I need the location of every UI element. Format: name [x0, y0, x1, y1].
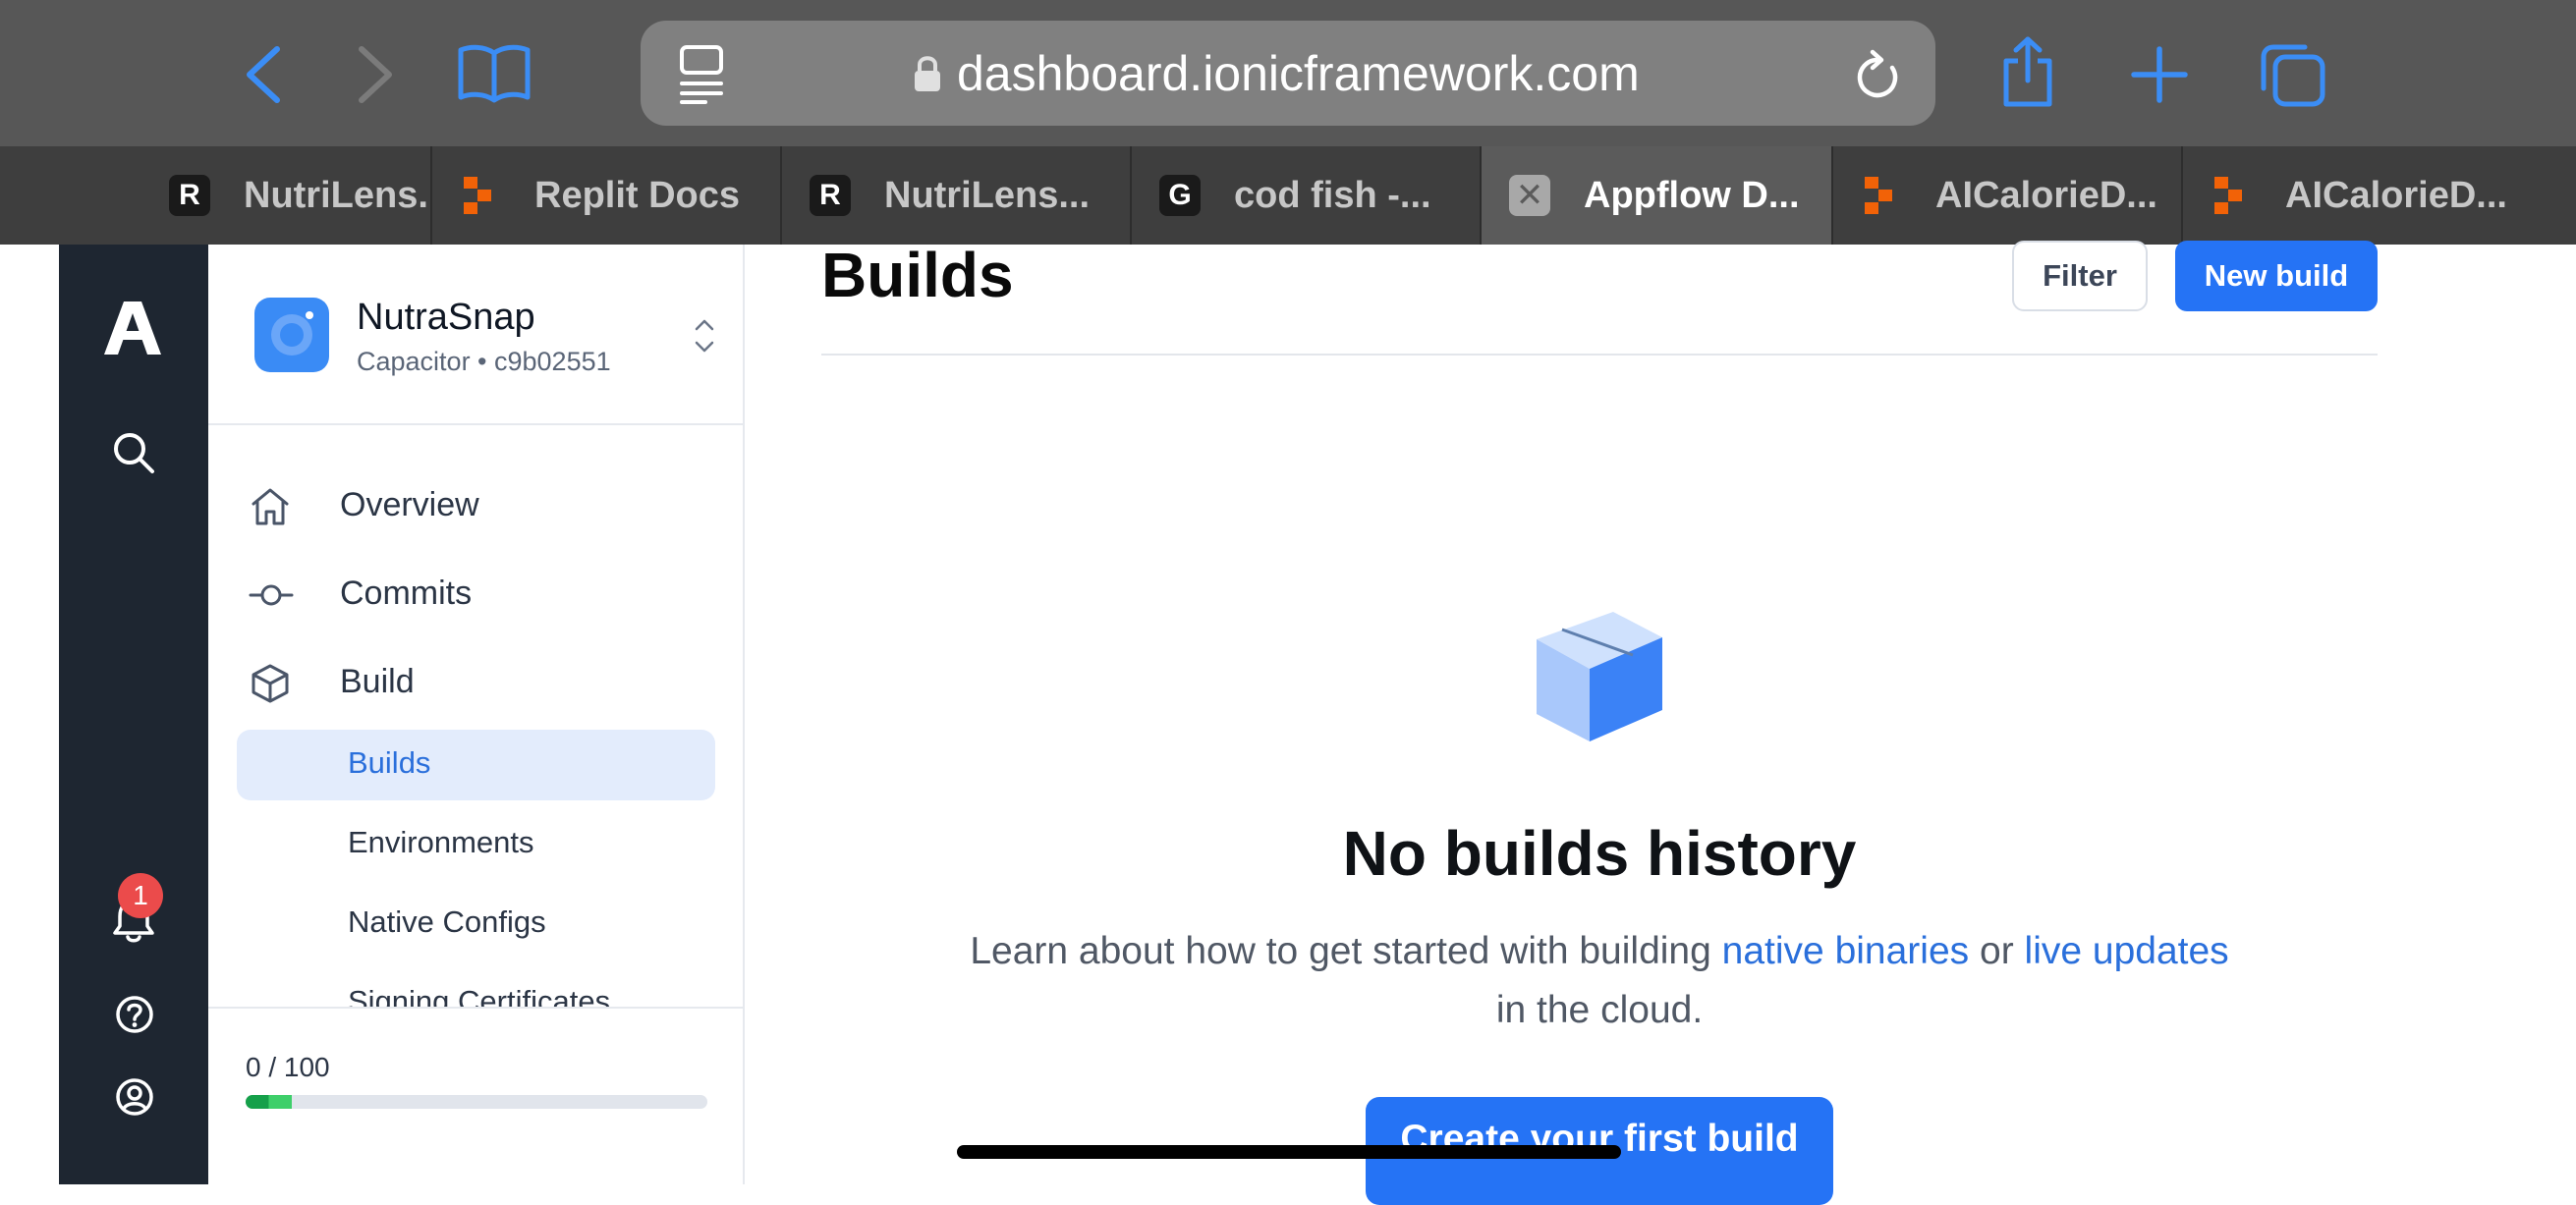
new-build-button[interactable]: New build [2175, 241, 2378, 311]
commit-icon [249, 584, 294, 606]
lock-icon [915, 56, 940, 91]
browser-tab[interactable]: Replit Docs [432, 146, 782, 245]
notification-badge: 1 [118, 873, 163, 918]
reload-icon[interactable] [1855, 49, 1902, 101]
usage-progress-fill [246, 1095, 292, 1109]
icon-rail: 1 [59, 245, 208, 1184]
share-icon[interactable] [2000, 35, 2055, 108]
replit-r-icon: R [810, 175, 851, 216]
filter-button[interactable]: Filter [2012, 241, 2148, 311]
back-icon[interactable] [244, 46, 283, 103]
account-icon[interactable] [115, 1077, 154, 1117]
page-title: Builds [821, 240, 1014, 310]
live-updates-link[interactable]: live updates [2025, 930, 2229, 972]
home-indicator [957, 1145, 1621, 1159]
help-icon[interactable] [115, 995, 154, 1034]
browser-tab[interactable]: R NutriLens.. [0, 146, 432, 245]
usage-count: 0 / 100 [246, 1052, 330, 1082]
replit-r-icon: R [169, 175, 210, 216]
replit-logo-icon [460, 175, 501, 216]
forward-icon[interactable] [356, 46, 395, 103]
project-app-icon [254, 298, 329, 372]
main-content: Builds Filter New build No builds histor… [745, 240, 2576, 1205]
box-icon [1537, 612, 1662, 741]
cube-icon [252, 664, 289, 703]
tabs-overview-icon[interactable] [2260, 43, 2326, 108]
browser-tab[interactable]: G cod fish -... [1132, 146, 1482, 245]
address-bar[interactable]: dashboard.ionicframework.com [641, 21, 1935, 126]
replit-logo-icon [1861, 175, 1902, 216]
header-divider [821, 354, 2378, 356]
usage-progress-bar [246, 1095, 707, 1109]
sidebar-item-environments[interactable]: Environments [237, 809, 715, 880]
replit-logo-icon [2211, 175, 2252, 216]
project-name: NutraSnap [357, 297, 535, 338]
project-subtitle: Capacitor • c9b02551 [357, 347, 611, 376]
empty-state-description: Learn about how to get started with buil… [970, 930, 2229, 1031]
reader-view-icon[interactable] [678, 44, 725, 104]
chevron-up-down-icon[interactable] [694, 318, 715, 354]
new-tab-icon[interactable] [2131, 46, 2188, 103]
tab-strip: R NutriLens.. Replit Docs R NutriLens...… [0, 146, 2576, 245]
google-g-icon: G [1159, 175, 1201, 216]
native-binaries-link[interactable]: native binaries [1722, 930, 1969, 972]
url-text: dashboard.ionicframework.com [957, 46, 1640, 101]
home-icon [252, 488, 289, 525]
appflow-logo-icon[interactable] [104, 300, 161, 355]
project-switcher[interactable]: NutraSnap Capacitor • c9b02551 [208, 245, 743, 425]
nav-item-overview[interactable]: Overview [208, 468, 743, 547]
nav-item-build[interactable]: Build [208, 645, 743, 724]
close-tab-icon[interactable]: ✕ [1509, 175, 1550, 216]
browser-tab[interactable]: AICalorieD... [1833, 146, 2183, 245]
sidebar: NutraSnap Capacitor • c9b02551 Overview … [208, 245, 745, 1184]
nav-item-commits[interactable]: Commits [208, 557, 743, 635]
browser-tab-active[interactable]: ✕ Appflow D... [1482, 146, 1833, 245]
empty-state-title: No builds history [1342, 818, 1857, 889]
usage-panel: 0 / 100 [208, 1007, 743, 1184]
search-icon[interactable] [112, 431, 155, 474]
bookmarks-icon[interactable] [458, 43, 531, 103]
sidebar-item-native-configs[interactable]: Native Configs [237, 889, 715, 959]
sidebar-item-builds[interactable]: Builds [237, 730, 715, 800]
browser-tab[interactable]: AICalorieD... [2183, 146, 2576, 245]
browser-tab[interactable]: R NutriLens... [782, 146, 1132, 245]
browser-toolbar: dashboard.ionicframework.com [0, 0, 2576, 146]
